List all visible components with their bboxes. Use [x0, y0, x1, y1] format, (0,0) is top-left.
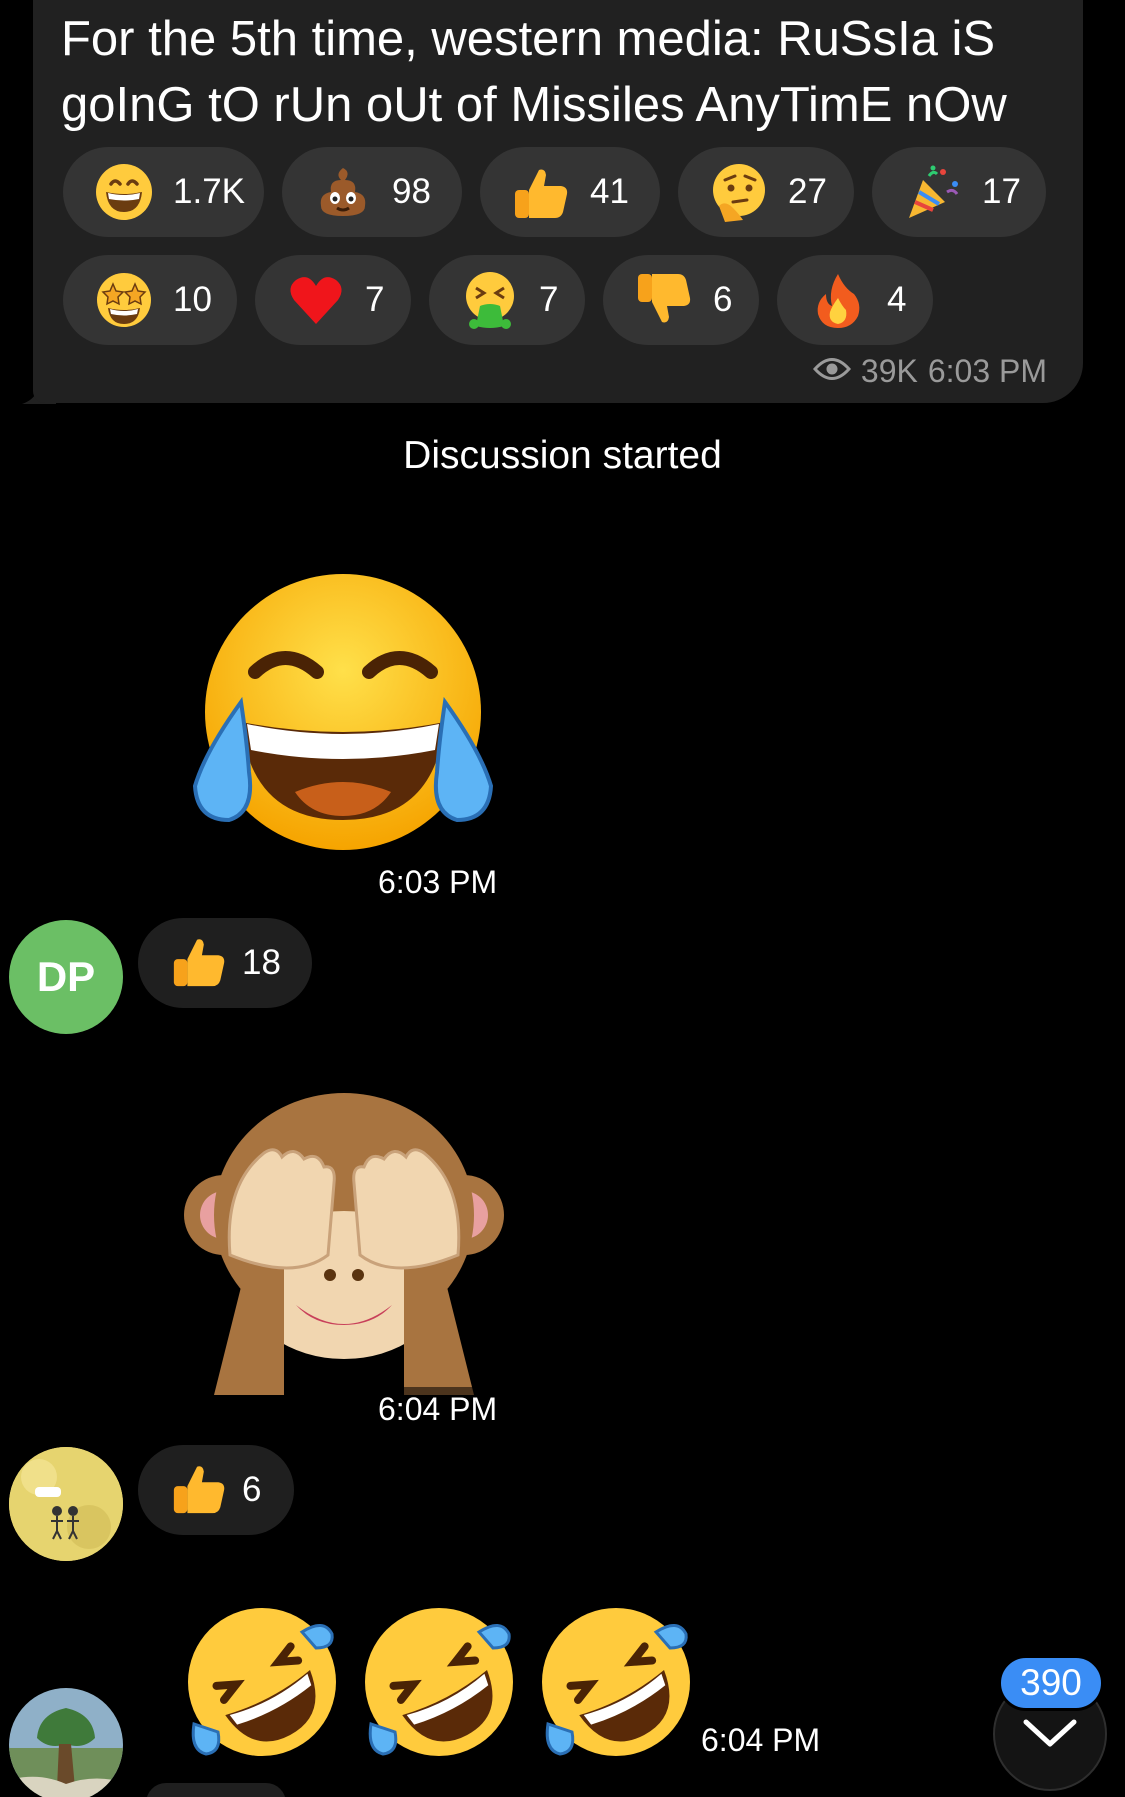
reaction-count: 18: [242, 943, 281, 982]
reaction-party[interactable]: 17: [872, 147, 1046, 237]
reaction-thumbs-up[interactable]: 41: [480, 147, 660, 237]
reaction-count: 1.7K: [173, 172, 245, 211]
thumbs-up-icon: [510, 161, 572, 223]
unread-count-badge: 390: [998, 1655, 1104, 1711]
tears-of-joy-sticker[interactable]: [185, 572, 501, 867]
avatar[interactable]: [9, 1447, 123, 1561]
reaction-thinking[interactable]: 27: [678, 147, 854, 237]
reaction-thumbs-down[interactable]: 6: [603, 255, 759, 345]
reaction-fire[interactable]: 4: [777, 255, 933, 345]
rolling-on-floor-laughing-sticker[interactable]: [538, 1604, 694, 1765]
pile-of-poo-icon: [312, 161, 374, 223]
comic-avatar-image: [9, 1447, 123, 1561]
message-time: 6:03 PM: [364, 860, 512, 905]
reaction-count: 7: [365, 280, 385, 319]
landscape-avatar-image: [9, 1688, 123, 1797]
message-reaction-partial[interactable]: [146, 1783, 286, 1797]
red-heart-icon: [285, 269, 347, 331]
reaction-count: 6: [242, 1470, 262, 1509]
reaction-count: 4: [887, 280, 907, 319]
avatar-initials: DP: [36, 953, 96, 1000]
reaction-count: 10: [173, 280, 212, 319]
message-reaction-thumbs-up[interactable]: 18: [138, 918, 312, 1008]
reaction-count: 98: [392, 172, 431, 211]
view-count: 39K: [860, 353, 918, 389]
star-struck-icon: [93, 269, 155, 331]
reaction-poo[interactable]: 98: [282, 147, 462, 237]
see-no-evil-monkey-sticker[interactable]: [184, 1085, 504, 1410]
chevron-down-icon: [1022, 1716, 1078, 1753]
avatar[interactable]: DP: [9, 920, 123, 1034]
post-text: For the 5th time, western media: RuSsIa …: [61, 12, 1007, 132]
message-time: 6:04 PM: [364, 1387, 512, 1432]
reaction-vomiting[interactable]: 7: [429, 255, 585, 345]
reaction-count: 27: [788, 172, 827, 211]
reaction-count: 41: [590, 172, 629, 211]
chat-view: For the 5th time, western media: RuSsIa …: [0, 0, 1125, 1797]
reaction-count: 6: [713, 280, 733, 319]
eye-icon: [812, 353, 851, 390]
thumbs-down-icon: [633, 269, 695, 331]
fire-icon: [807, 269, 869, 331]
rolling-on-floor-laughing-sticker[interactable]: [361, 1604, 517, 1765]
thumbs-up-icon: [170, 1459, 228, 1522]
reaction-count: 7: [539, 280, 559, 319]
grinning-face-icon: [93, 161, 155, 223]
message-reaction-thumbs-up[interactable]: 6: [138, 1445, 294, 1535]
post-meta: 39K 6:03 PM: [812, 353, 1047, 390]
message-time: 6:04 PM: [701, 1722, 821, 1758]
rolling-on-floor-laughing-sticker[interactable]: [184, 1604, 340, 1765]
avatar[interactable]: [9, 1688, 123, 1797]
reaction-grinning[interactable]: 1.7K: [63, 147, 264, 237]
reaction-heart[interactable]: 7: [255, 255, 411, 345]
thumbs-up-icon: [170, 932, 228, 995]
post-time: 6:03 PM: [927, 353, 1047, 389]
thinking-face-icon: [708, 161, 770, 223]
party-popper-icon: [902, 161, 964, 223]
reaction-star-struck[interactable]: 10: [63, 255, 237, 345]
reaction-count: 17: [982, 172, 1021, 211]
discussion-started-label: Discussion started: [403, 434, 722, 477]
vomiting-face-icon: [459, 269, 521, 331]
